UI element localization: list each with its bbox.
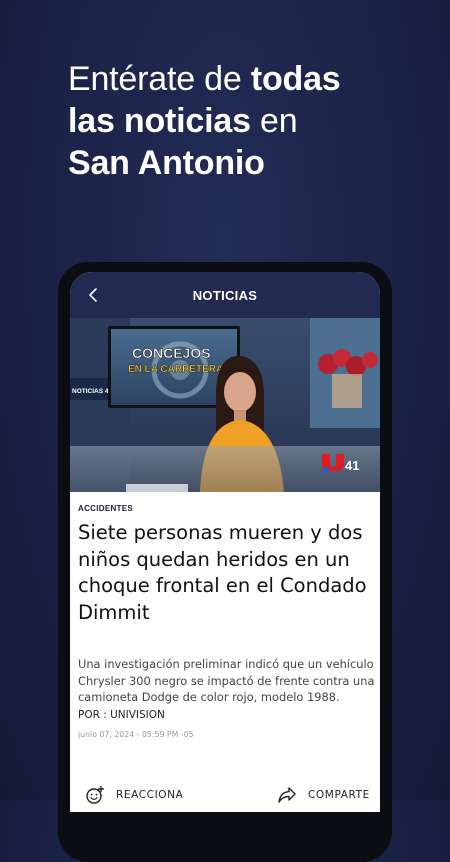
- share-button[interactable]: COMPARTE: [276, 778, 370, 812]
- share-arrow-icon: [276, 784, 298, 806]
- studio-window: [310, 318, 380, 428]
- share-label: COMPARTE: [308, 789, 370, 801]
- chevron-left-icon: [89, 288, 97, 302]
- univision-dot: [323, 467, 329, 473]
- article-content: ACCIDENTES Siete personas mueren y dos n…: [70, 492, 380, 812]
- article-summary: Una investigación preliminar indicó que …: [78, 657, 375, 704]
- promo-line-3: San Antonio: [68, 144, 265, 182]
- react-label: REACCIONA: [116, 789, 184, 801]
- promo-line-1: Entérate de todas: [68, 60, 341, 98]
- article-title: Siete personas mueren y dos niños quedan…: [78, 521, 367, 624]
- app-bar-title: NOTICIAS: [192, 287, 258, 303]
- react-button[interactable]: REACCIONA: [84, 778, 183, 812]
- smiley-add-icon: [84, 784, 106, 806]
- desk-laptop: [126, 484, 188, 492]
- univision-channel-number: 41: [345, 458, 359, 473]
- article-actions: REACCIONA COMPARTE: [70, 778, 380, 812]
- anchor-face: [224, 372, 256, 412]
- video-thumbnail[interactable]: NOTICIAS 41 CONCEJOS EN LA CARRETERA 41: [70, 318, 380, 492]
- tv-headline-2: EN LA CARRETERA: [128, 364, 223, 375]
- article-byline: POR : UNIVISION: [78, 709, 165, 721]
- phone-screen: NOTICIAS NOTICIAS 41 CONCEJOS EN LA CARR…: [70, 272, 380, 812]
- tv-headline-1: CONCEJOS: [132, 345, 211, 361]
- article-date: junio 07, 2024 - 05:59 PM -05: [78, 730, 194, 739]
- back-button[interactable]: [80, 282, 106, 308]
- vase: [332, 374, 362, 408]
- promo-headline: Entérate de todas las noticias en San An…: [68, 58, 408, 184]
- flowers-4: [362, 352, 378, 368]
- promo-line-2: las noticias en: [68, 102, 298, 140]
- studio-wall-text: NOTICIAS 41: [72, 388, 112, 395]
- article-category[interactable]: ACCIDENTES: [78, 504, 133, 513]
- app-bar: NOTICIAS: [70, 272, 380, 318]
